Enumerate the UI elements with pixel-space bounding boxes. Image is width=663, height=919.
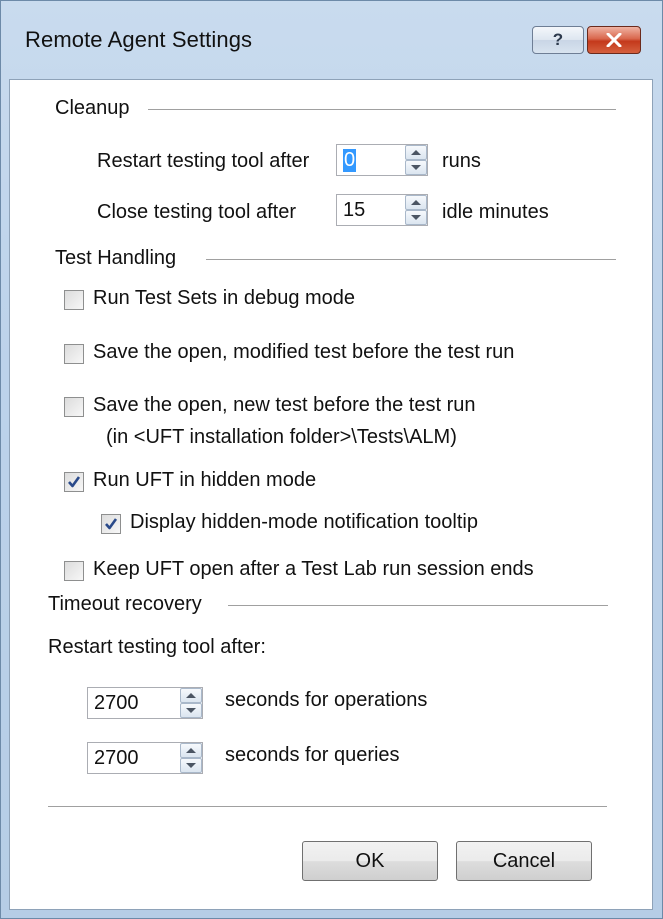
- close-button[interactable]: [587, 26, 641, 54]
- close-idle-value[interactable]: 15: [343, 199, 365, 222]
- close-idle-down-button[interactable]: [405, 210, 427, 225]
- cancel-button[interactable]: Cancel: [456, 841, 592, 881]
- restart-runs-value[interactable]: 0: [343, 149, 357, 172]
- restart-runs-label: Restart testing tool after: [97, 150, 310, 172]
- checkmark-icon: [68, 476, 81, 488]
- queries-stepper[interactable]: 2700: [87, 742, 203, 774]
- save-modified-label[interactable]: Save the open, modified test before the …: [93, 341, 514, 364]
- save-new-sublabel: (in <UFT installation folder>\Tests\ALM): [106, 426, 457, 448]
- save-new-checkbox[interactable]: [64, 397, 84, 417]
- hidden-mode-checkbox[interactable]: [64, 472, 84, 492]
- keep-open-label[interactable]: Keep UFT open after a Test Lab run sessi…: [93, 558, 534, 581]
- timeout-restart-label: Restart testing tool after:: [48, 636, 266, 658]
- close-icon: [606, 33, 622, 47]
- close-idle-unit: idle minutes: [442, 201, 549, 223]
- close-idle-label: Close testing tool after: [97, 201, 296, 223]
- arrow-up-icon: [186, 748, 196, 753]
- ok-button[interactable]: OK: [302, 841, 438, 881]
- timeout-heading: Timeout recovery: [48, 593, 210, 616]
- hidden-mode-label[interactable]: Run UFT in hidden mode: [93, 469, 316, 492]
- arrow-up-icon: [411, 200, 421, 205]
- arrow-down-icon: [186, 708, 196, 713]
- queries-value[interactable]: 2700: [94, 747, 139, 770]
- queries-label: seconds for queries: [225, 744, 400, 766]
- operations-up-button[interactable]: [180, 688, 202, 703]
- operations-down-button[interactable]: [180, 703, 202, 718]
- window-title: Remote Agent Settings: [25, 27, 253, 52]
- operations-stepper[interactable]: 2700: [87, 687, 203, 719]
- test-handling-separator: [206, 259, 616, 260]
- title-bar[interactable]: Remote Agent Settings ?: [1, 1, 662, 79]
- test-handling-heading: Test Handling: [55, 247, 185, 270]
- arrow-up-icon: [186, 693, 196, 698]
- dialog-window: Remote Agent Settings ? Cleanup Restart …: [0, 0, 663, 919]
- close-idle-stepper[interactable]: 15: [336, 194, 428, 226]
- operations-label: seconds for operations: [225, 689, 428, 711]
- help-button[interactable]: ?: [532, 26, 584, 54]
- debug-mode-label[interactable]: Run Test Sets in debug mode: [93, 287, 355, 310]
- arrow-down-icon: [411, 215, 421, 220]
- queries-up-button[interactable]: [180, 743, 202, 758]
- hidden-tooltip-checkbox[interactable]: [101, 514, 121, 534]
- hidden-tooltip-label[interactable]: Display hidden-mode notification tooltip: [130, 511, 478, 534]
- operations-value[interactable]: 2700: [94, 692, 139, 715]
- timeout-separator: [228, 605, 608, 606]
- close-idle-up-button[interactable]: [405, 195, 427, 210]
- keep-open-checkbox[interactable]: [64, 561, 84, 581]
- cleanup-separator: [148, 109, 616, 110]
- debug-mode-checkbox[interactable]: [64, 290, 84, 310]
- cleanup-heading: Cleanup: [55, 97, 138, 120]
- arrow-down-icon: [411, 165, 421, 170]
- restart-runs-unit: runs: [442, 150, 481, 172]
- restart-runs-down-button[interactable]: [405, 160, 427, 175]
- checkmark-icon: [105, 518, 118, 530]
- arrow-up-icon: [411, 150, 421, 155]
- save-modified-checkbox[interactable]: [64, 344, 84, 364]
- buttons-separator: [48, 806, 607, 807]
- save-new-label[interactable]: Save the open, new test before the test …: [93, 394, 475, 417]
- queries-down-button[interactable]: [180, 758, 202, 773]
- dialog-content: Cleanup Restart testing tool after 0 run…: [9, 79, 653, 910]
- arrow-down-icon: [186, 763, 196, 768]
- restart-runs-stepper[interactable]: 0: [336, 144, 428, 176]
- restart-runs-up-button[interactable]: [405, 145, 427, 160]
